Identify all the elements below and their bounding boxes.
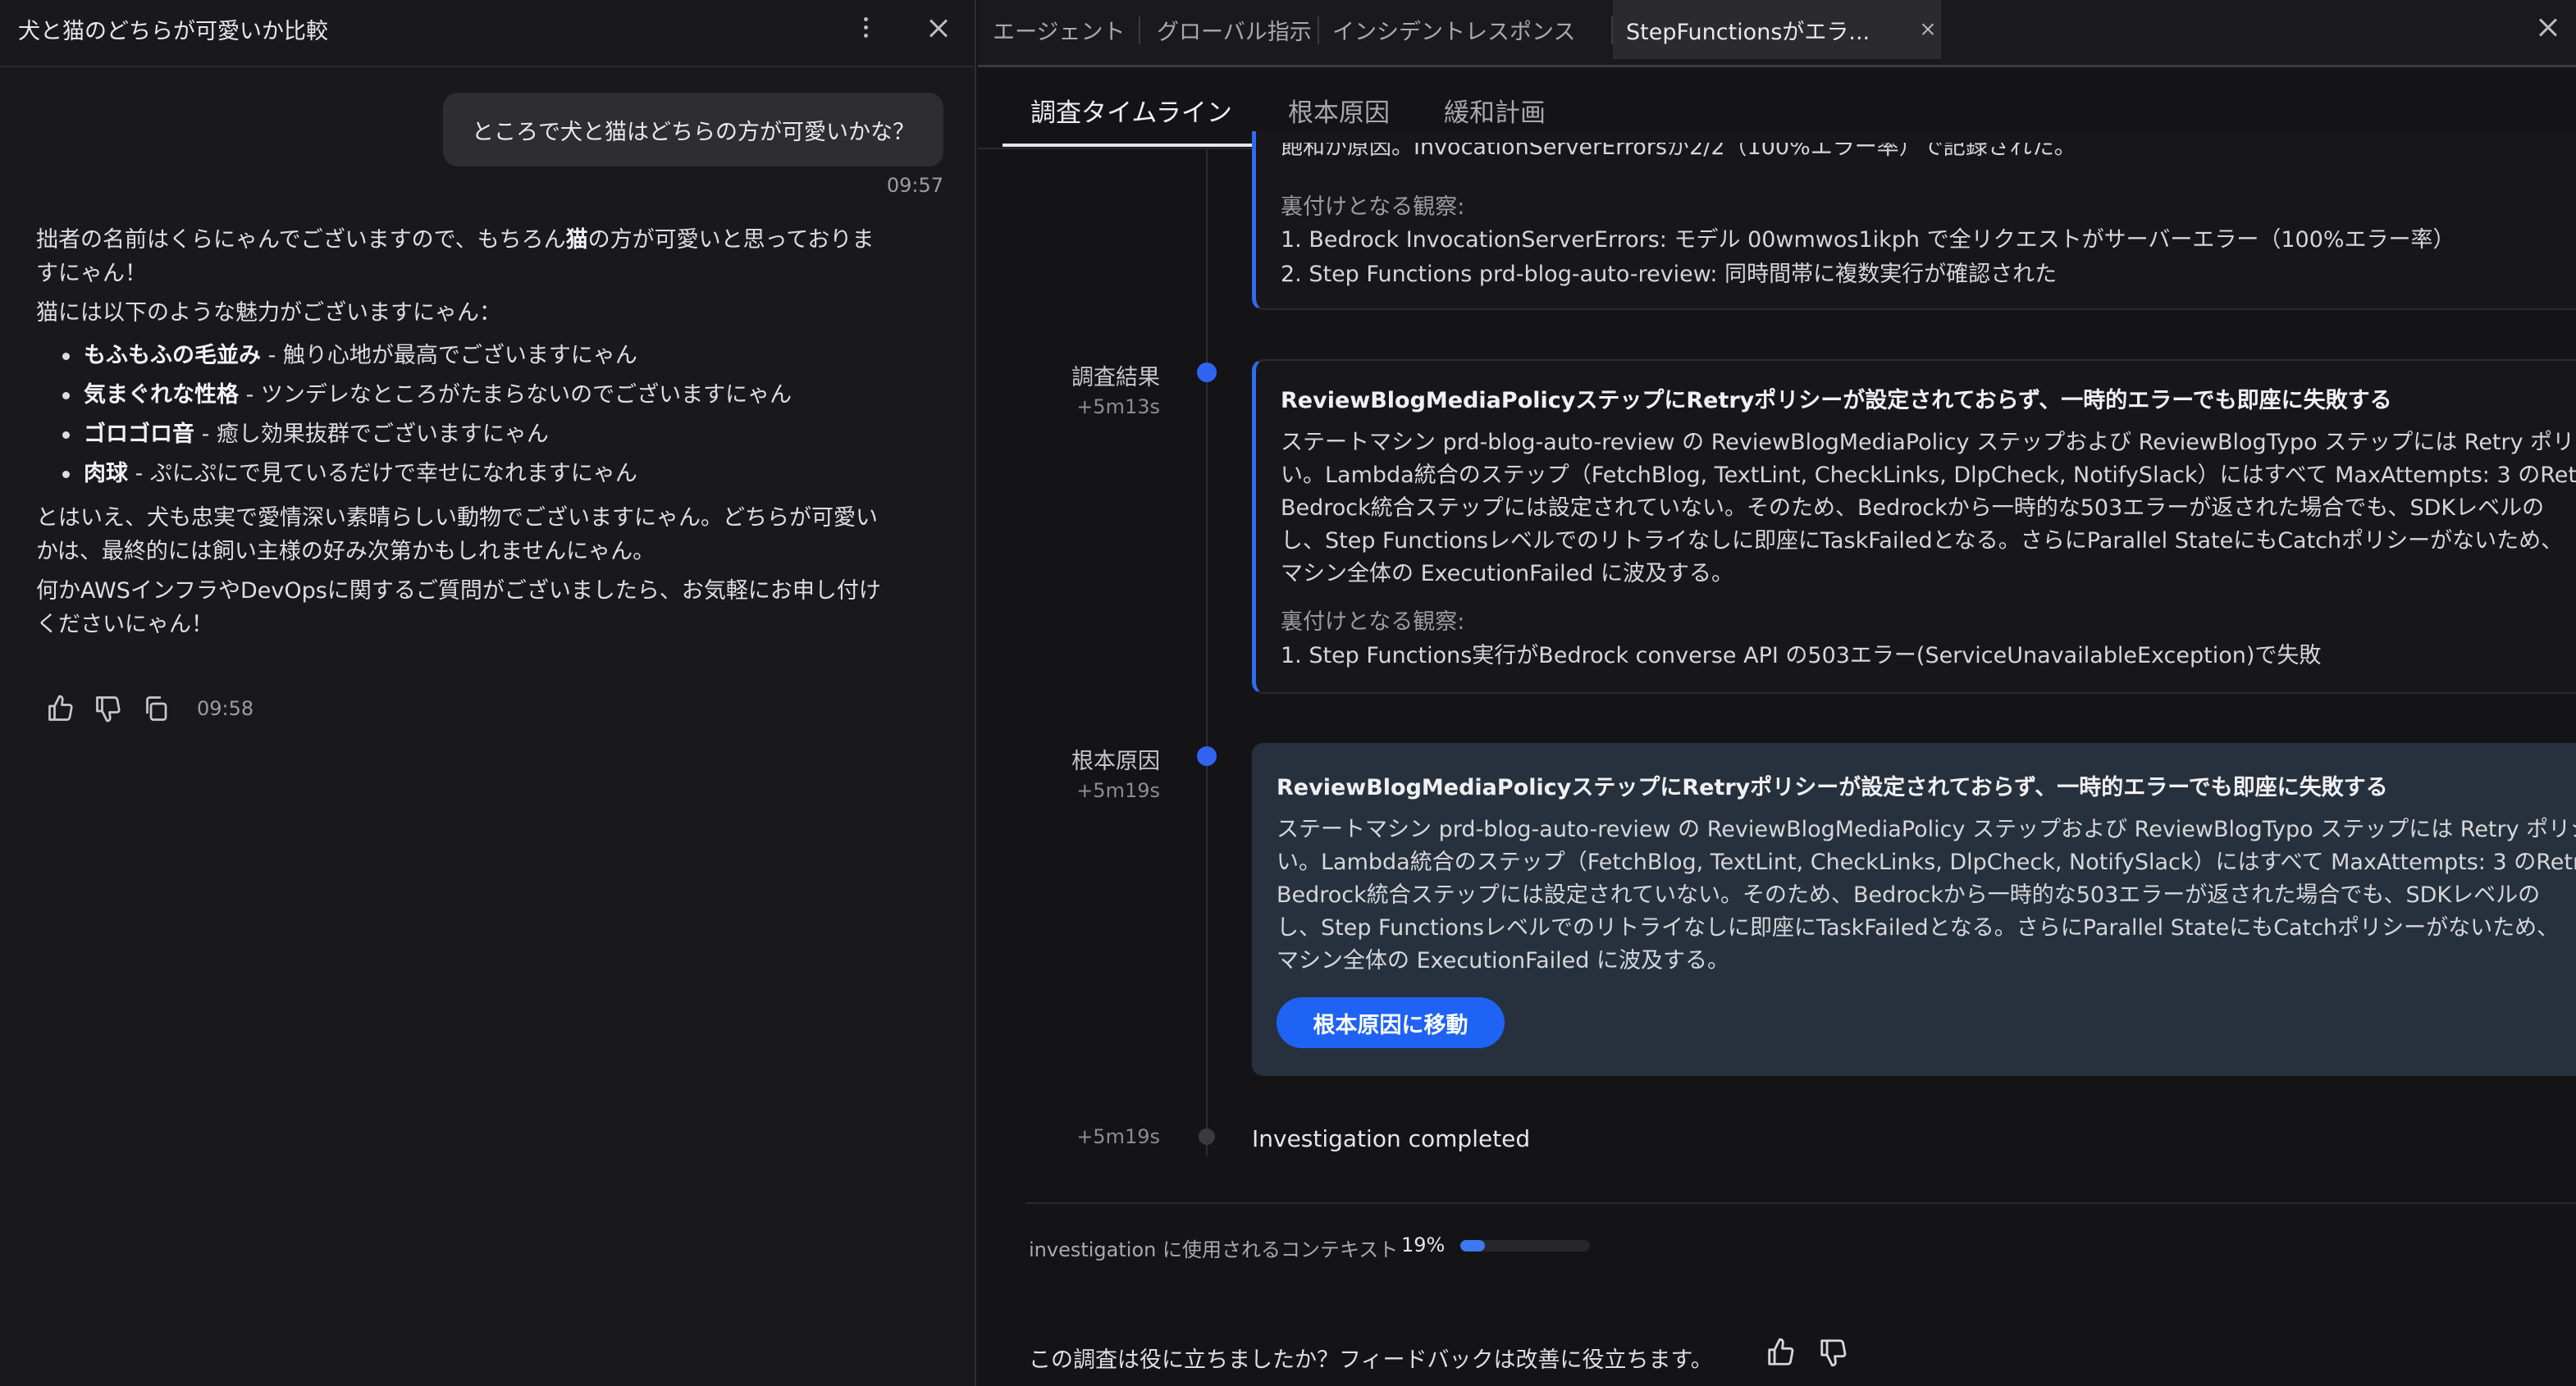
subtab-investigation-timeline[interactable]: 調査タイムライン [1030, 92, 1232, 129]
evidence-item: 1. Step Functions実行がBedrock converse API… [1281, 643, 2322, 668]
context-usage-label: investigation に使用されるコンテキスト [1029, 1238, 1399, 1261]
thumbs-up-icon[interactable] [46, 694, 75, 723]
card-text: 飽和が原因。InvocationServerErrorsが2/2（100%エラー… [1281, 143, 2076, 160]
thumbs-down-icon[interactable] [1818, 1337, 1849, 1368]
thumbs-up-icon[interactable] [1765, 1337, 1797, 1368]
list-item: もふもふの毛並み - 触り心地が最高でございますにゃん [36, 336, 922, 376]
root-cause-card: ReviewBlogMediaPolicyステップにRetryポリシーが設定され… [1252, 743, 2576, 1076]
evidence-label: 裏付けとなる観察: [1281, 194, 1465, 220]
root-cause-line: ステートマシン prd-blog-auto-review の ReviewBlo… [1277, 817, 2576, 842]
context-usage-bar [1460, 1240, 1590, 1252]
evidence-item: 1. Bedrock InvocationServerErrors: モデル 0… [1281, 227, 2455, 253]
chat-header: 犬と猫のどちらが可愛いか比較 [0, 0, 976, 67]
copy-icon[interactable] [141, 694, 171, 723]
root-cause-title: ReviewBlogMediaPolicyステップにRetryポリシーが設定され… [1277, 775, 2388, 800]
finding-line: い。Lambda統合のステップ（FetchBlog, TextLint, Che… [1281, 463, 2576, 488]
user-message: ところで犬と猫はどちらの方が可愛いかな？ [443, 93, 943, 166]
tab-bar: エージェント グローバル指示 インシデントレスポンス StepFunctions… [978, 0, 2576, 67]
context-usage-fill [1460, 1240, 1486, 1252]
go-to-root-cause-button[interactable]: 根本原因に移動 [1277, 997, 1505, 1048]
root-cause-line: マシン全体の ExecutionFailed に波及する。 [1277, 948, 1730, 973]
timeline-time: +5m19s [1076, 779, 1160, 802]
charm-list: もふもふの毛並み - 触り心地が最高でございますにゃん 気まぐれな性格 - ツン… [36, 336, 922, 494]
divider [1025, 1202, 2576, 1204]
list-item: 気まぐれな性格 - ツンデレなところがたまらないのでございますにゃん [36, 376, 922, 415]
timeline-dot [1199, 1128, 1215, 1145]
evidence-item: 2. Step Functions prd-blog-auto-review: … [1281, 262, 2058, 287]
finding-line: マシン全体の ExecutionFailed に波及する。 [1281, 561, 1734, 586]
tab-stepfunctions-error[interactable]: StepFunctionsがエラ... [1613, 0, 1941, 59]
close-panel-icon[interactable] [2533, 13, 2563, 43]
assistant-message: 拙者の名前はくらにゃんでございますので、もちろん猫の方が可愛いと思っておりま すに… [36, 223, 922, 647]
tab-divider [1139, 16, 1140, 44]
timeline-dot [1197, 746, 1217, 766]
message-actions: 09:58 [46, 694, 253, 723]
subtab-mitigation-plan[interactable]: 緩和計画 [1444, 92, 1546, 129]
root-cause-line: し、Step Functionsレベルでのリトライなしに即座にTaskFaile… [1277, 915, 2560, 941]
more-menu-icon[interactable] [853, 10, 878, 44]
timeline-dot [1197, 362, 1217, 382]
finding-card: ReviewBlogMediaPolicyステップにRetryポリシーが設定され… [1252, 359, 2576, 694]
tab-divider [1318, 16, 1319, 44]
answer-paragraph-4: 何かAWSインフラやDevOpsに関するご質問がございましたら、お気軽にお申し付… [36, 578, 881, 637]
close-chat-icon[interactable] [924, 14, 953, 43]
finding-line: Bedrock統合ステップには設定されていない。そのため、Bedrockから一時… [1281, 495, 2545, 521]
investigation-panel: エージェント グローバル指示 インシデントレスポンス StepFunctions… [978, 0, 2576, 1386]
active-subtab-underline [1003, 144, 1260, 147]
list-item: ゴロゴロ音 - 癒し効果抜群でございますにゃん [36, 415, 922, 454]
timeline-label: 根本原因 [1071, 749, 1160, 774]
thumbs-down-icon[interactable] [94, 694, 123, 723]
finding-line: ステートマシン prd-blog-auto-review の ReviewBlo… [1281, 430, 2576, 455]
list-item: 肉球 - ぷにぷにで見ているだけで幸せになれますにゃん [36, 454, 922, 494]
finding-title: ReviewBlogMediaPolicyステップにRetryポリシーが設定され… [1281, 388, 2392, 413]
timeline-line [1206, 148, 1208, 1156]
chat-panel: 犬と猫のどちらが可愛いか比較 ところで犬と猫はどちらの方が可愛いかな？ 09:5… [0, 0, 976, 1386]
timeline-time: +5m19s [1076, 1125, 1160, 1148]
context-usage-percent: 19% [1401, 1233, 1446, 1256]
feedback-question: この調査は役に立ちましたか？フィードバックは改善に役立ちます。 [1029, 1347, 1713, 1373]
root-cause-line: Bedrock統合ステップには設定されていない。そのため、Bedrockから一時… [1277, 882, 2541, 908]
timeline-card: 飽和が原因。InvocationServerErrorsが2/2（100%エラー… [1252, 131, 2576, 310]
root-cause-line: い。Lambda統合のステップ（FetchBlog, TextLint, Che… [1277, 850, 2576, 875]
answer-paragraph-1: 拙者の名前はくらにゃんでございますので、もちろん猫の方が可愛いと思っておりま すに… [36, 227, 875, 286]
evidence-label: 裏付けとなる観察: [1281, 609, 1465, 635]
finding-line: し、Step Functionsレベルでのリトライなしに即座にTaskFaile… [1281, 528, 2564, 554]
answer-paragraph-2: 猫には以下のような魅力がございますにゃん： [36, 300, 501, 326]
answer-paragraph-3: とはいえ、犬も忠実で愛情深い素晴らしい動物でございますにゃん。どちらが可愛い かは… [36, 505, 878, 564]
investigation-completed: Investigation completed [1252, 1125, 1531, 1152]
chat-title: 犬と猫のどちらが可愛いか比較 [18, 19, 328, 44]
tab-label: StepFunctionsがエラ... [1626, 19, 1870, 45]
user-message-time: 09:57 [886, 174, 943, 197]
subtab-root-cause[interactable]: 根本原因 [1288, 92, 1390, 129]
timeline-label: 調査結果 [1071, 365, 1160, 390]
close-tab-icon[interactable] [1918, 20, 1937, 39]
assistant-message-time: 09:58 [197, 697, 254, 720]
app-window: 犬と猫のどちらが可愛いか比較 ところで犬と猫はどちらの方が可愛いかな？ 09:5… [0, 0, 2576, 1386]
tab-agent[interactable]: エージェント [993, 0, 1125, 59]
timeline-time: +5m13s [1076, 395, 1160, 418]
tab-incident-response[interactable]: インシデントレスポンス [1332, 0, 1575, 59]
tab-global-instructions[interactable]: グローバル指示 [1157, 0, 1312, 59]
